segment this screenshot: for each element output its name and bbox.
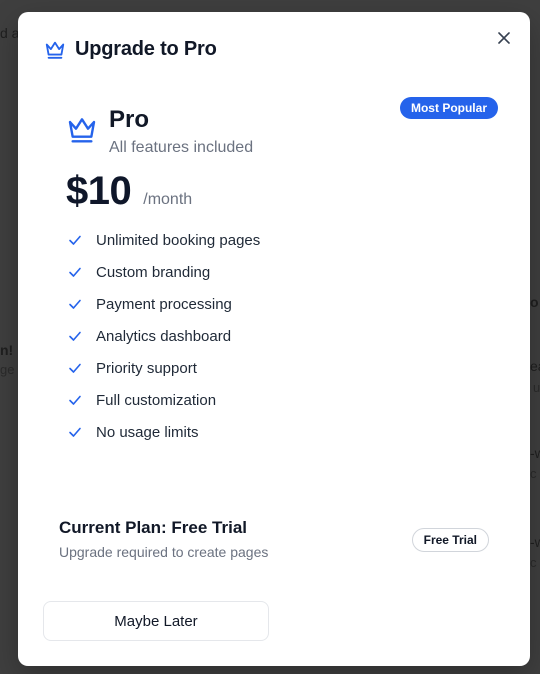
background-text: c	[530, 555, 537, 570]
feature-list: Unlimited booking pages Custom branding …	[68, 224, 498, 448]
background-text: ge	[0, 362, 15, 377]
check-icon	[69, 299, 81, 309]
modal-header: Upgrade to Pro	[44, 38, 217, 61]
feature-item: Unlimited booking pages	[68, 224, 498, 256]
feature-label: Priority support	[96, 359, 197, 377]
background-text: n!	[0, 342, 14, 358]
price-row: $10 /month	[66, 169, 498, 214]
feature-label: No usage limits	[96, 423, 199, 441]
background-text: u	[533, 380, 540, 395]
upgrade-modal: Upgrade to Pro Most Popular Pro All feat…	[18, 12, 530, 666]
feature-item: Analytics dashboard	[68, 320, 498, 352]
close-icon	[498, 32, 510, 44]
background-text: c	[530, 466, 537, 481]
price: $10	[66, 169, 132, 213]
crown-icon	[68, 118, 96, 143]
feature-item: Custom branding	[68, 256, 498, 288]
background-text: -w	[530, 445, 540, 461]
plan-subtitle: All features included	[109, 139, 254, 156]
feature-label: Unlimited booking pages	[96, 231, 261, 249]
feature-item: Full customization	[68, 384, 498, 416]
current-plan-section: Current Plan: Free Trial Upgrade require…	[59, 518, 489, 560]
modal-title: Upgrade to Pro	[75, 38, 217, 60]
crown-icon	[45, 41, 65, 59]
feature-label: Analytics dashboard	[96, 327, 232, 345]
check-icon	[69, 235, 81, 245]
feature-label: Full customization	[96, 391, 217, 409]
check-icon	[69, 363, 81, 373]
check-icon	[69, 395, 81, 405]
free-trial-badge: Free Trial	[411, 528, 489, 552]
background-text: -w	[530, 534, 540, 550]
feature-item: No usage limits	[68, 416, 498, 448]
check-icon	[69, 427, 81, 437]
background-text: ea	[530, 358, 540, 374]
pro-plan-card: Most Popular Pro All features included $…	[58, 94, 498, 448]
maybe-later-button[interactable]: Maybe Later	[43, 601, 269, 641]
feature-item: Payment processing	[68, 288, 498, 320]
check-icon	[69, 331, 81, 341]
plan-name: Pro	[109, 106, 150, 133]
feature-item: Priority support	[68, 352, 498, 384]
price-period: /month	[143, 191, 193, 208]
background-text: o	[530, 294, 539, 310]
check-icon	[69, 267, 81, 277]
close-button[interactable]	[494, 28, 514, 48]
most-popular-badge: Most Popular	[399, 97, 498, 119]
background-text: d a	[0, 25, 20, 41]
feature-label: Custom branding	[96, 263, 211, 281]
feature-label: Payment processing	[96, 295, 232, 313]
